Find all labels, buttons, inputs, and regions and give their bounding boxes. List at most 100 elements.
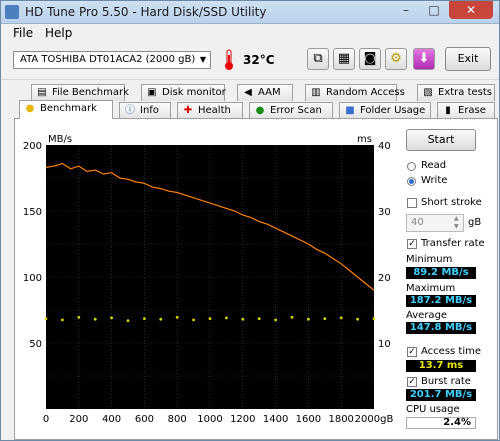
access-time-checkbox[interactable]: ✓ xyxy=(407,347,417,357)
x-tick-label: 0 xyxy=(43,414,49,425)
y-left-unit-label: MB/s xyxy=(48,134,72,145)
write-label: Write xyxy=(421,175,448,186)
access-time-point xyxy=(225,316,228,320)
options-icon: ⚙ xyxy=(390,51,402,66)
x-tick-label: 2000gB xyxy=(355,414,394,425)
x-tick-label: 800 xyxy=(168,414,187,425)
maximum-value: 187.2 MB/s xyxy=(406,295,476,307)
menu-file[interactable]: File xyxy=(13,26,33,40)
copy-clipboard-button[interactable]: ▦ xyxy=(333,48,355,70)
tab-label: Extra tests xyxy=(438,87,492,98)
read-label: Read xyxy=(421,160,447,171)
app-window: HD Tune Pro 5.50 - Hard Disk/SSD Utility… xyxy=(0,0,500,441)
tab-disk-monitor[interactable]: ▣ Disk monitor xyxy=(141,84,226,101)
folder-icon: ■ xyxy=(345,105,355,116)
magnifier-icon: ● xyxy=(255,105,265,116)
copy-text-button[interactable]: ⧉ xyxy=(307,48,329,70)
access-time-label: Access time xyxy=(421,346,482,357)
access-time-point xyxy=(192,318,196,322)
y-right-unit-label: ms xyxy=(357,134,372,145)
erase-icon: ▮ xyxy=(445,105,451,116)
exit-button[interactable]: Exit xyxy=(445,47,491,71)
access-time-point xyxy=(323,317,327,320)
y-right-tick-label: 20 xyxy=(378,273,391,284)
tab-label: Benchmark xyxy=(40,103,97,114)
y-right-tick-label: 30 xyxy=(378,207,391,218)
tab-label: Folder Usage xyxy=(360,105,426,116)
y-left-tick-label: 50 xyxy=(29,339,42,350)
thermometer-icon xyxy=(223,49,235,71)
access-time-point xyxy=(356,317,359,321)
burst-rate-label: Burst rate xyxy=(421,376,471,387)
access-time-point xyxy=(257,317,261,320)
x-tick-label: 400 xyxy=(102,414,121,425)
access-time-point xyxy=(143,317,146,320)
y-left-tick-label: 150 xyxy=(23,207,42,218)
burst-rate-checkbox[interactable]: ✓ xyxy=(407,377,417,387)
minimum-value: 89.2 MB/s xyxy=(406,267,476,279)
tab-label: Info xyxy=(140,105,159,116)
short-stroke-checkbox[interactable] xyxy=(407,198,417,208)
access-time-point xyxy=(77,315,81,319)
options-button[interactable]: ⚙ xyxy=(385,48,407,70)
temperature-value: 32°C xyxy=(243,53,275,67)
access-time-point xyxy=(339,316,343,320)
tab-info[interactable]: ⓘ Info xyxy=(119,102,171,119)
read-radio[interactable] xyxy=(407,162,416,171)
window-title: HD Tune Pro 5.50 - Hard Disk/SSD Utility xyxy=(25,5,267,19)
access-time-point xyxy=(208,317,212,320)
tab-folder-usage[interactable]: ■ Folder Usage xyxy=(339,102,431,119)
close-button[interactable]: ✕ xyxy=(449,1,493,19)
menu-bar: File Help xyxy=(1,24,499,42)
tab-file-benchmark[interactable]: ▤ File Benchmark xyxy=(31,84,129,101)
x-tick-label: 1400 xyxy=(263,414,288,425)
access-time-point xyxy=(44,317,48,320)
menu-help[interactable]: Help xyxy=(45,26,72,40)
minimize-button[interactable]: – xyxy=(393,1,419,19)
drive-select-value: ATA TOSHIBA DT01ACA2 (2000 gB) xyxy=(20,54,196,65)
random-icon: ▥ xyxy=(311,87,321,98)
tab-benchmark[interactable]: ● Benchmark xyxy=(19,100,113,119)
maximize-button[interactable]: □ xyxy=(421,1,447,19)
access-time-point xyxy=(110,316,113,320)
spinner-arrows-icon[interactable]: ▲ ▼ xyxy=(454,215,462,231)
info-icon: ⓘ xyxy=(125,105,135,116)
tab-label: File Benchmark xyxy=(52,87,129,98)
drive-select[interactable]: ATA TOSHIBA DT01ACA2 (2000 gB) ▼ xyxy=(13,51,211,69)
stroke-unit-label: gB xyxy=(468,217,482,228)
monitor-icon: ▣ xyxy=(147,87,157,98)
screenshot-button[interactable]: ◙ xyxy=(359,48,381,70)
tab-aam[interactable]: ◀ AAM xyxy=(237,84,293,101)
x-tick-label: 1200 xyxy=(230,414,255,425)
save-button[interactable]: ⬇ xyxy=(413,48,435,70)
x-tick-label: 1600 xyxy=(296,414,321,425)
health-cross-icon: ✚ xyxy=(183,105,193,116)
tests-icon: ▧ xyxy=(423,87,433,98)
start-button[interactable]: Start xyxy=(406,129,476,151)
x-tick-label: 1800 xyxy=(328,414,353,425)
write-radio[interactable] xyxy=(407,177,416,186)
tab-error-scan[interactable]: ● Error Scan xyxy=(249,102,333,119)
y-right-tick-label: 40 xyxy=(378,141,391,152)
title-bar: HD Tune Pro 5.50 - Hard Disk/SSD Utility… xyxy=(1,1,499,24)
transfer-rate-checkbox[interactable]: ✓ xyxy=(407,239,417,249)
tab-label: Health xyxy=(198,105,231,116)
y-left-tick-label: 200 xyxy=(23,141,42,152)
access-time-point xyxy=(241,317,245,321)
short-stroke-label: Short stroke xyxy=(421,197,482,208)
tab-extra-tests[interactable]: ▧ Extra tests xyxy=(417,84,495,101)
burst-rate-value: 201.7 MB/s xyxy=(406,389,476,401)
access-time-point xyxy=(126,319,130,322)
access-time-point xyxy=(61,318,64,322)
tab-erase[interactable]: ▮ Erase xyxy=(437,102,495,119)
x-tick-label: 200 xyxy=(69,414,88,425)
copy-icon: ⧉ xyxy=(313,51,323,66)
tab-health[interactable]: ✚ Health xyxy=(177,102,243,119)
access-time-value: 13.7 ms xyxy=(406,360,476,372)
access-time-point xyxy=(290,315,294,319)
speaker-icon: ◀ xyxy=(244,87,252,98)
minimum-label: Minimum xyxy=(406,254,453,265)
transfer-rate-label: Transfer rate xyxy=(421,238,485,249)
tab-random-access[interactable]: ▥ Random Access xyxy=(305,84,405,101)
dropdown-arrow-icon: ▼ xyxy=(199,55,206,64)
